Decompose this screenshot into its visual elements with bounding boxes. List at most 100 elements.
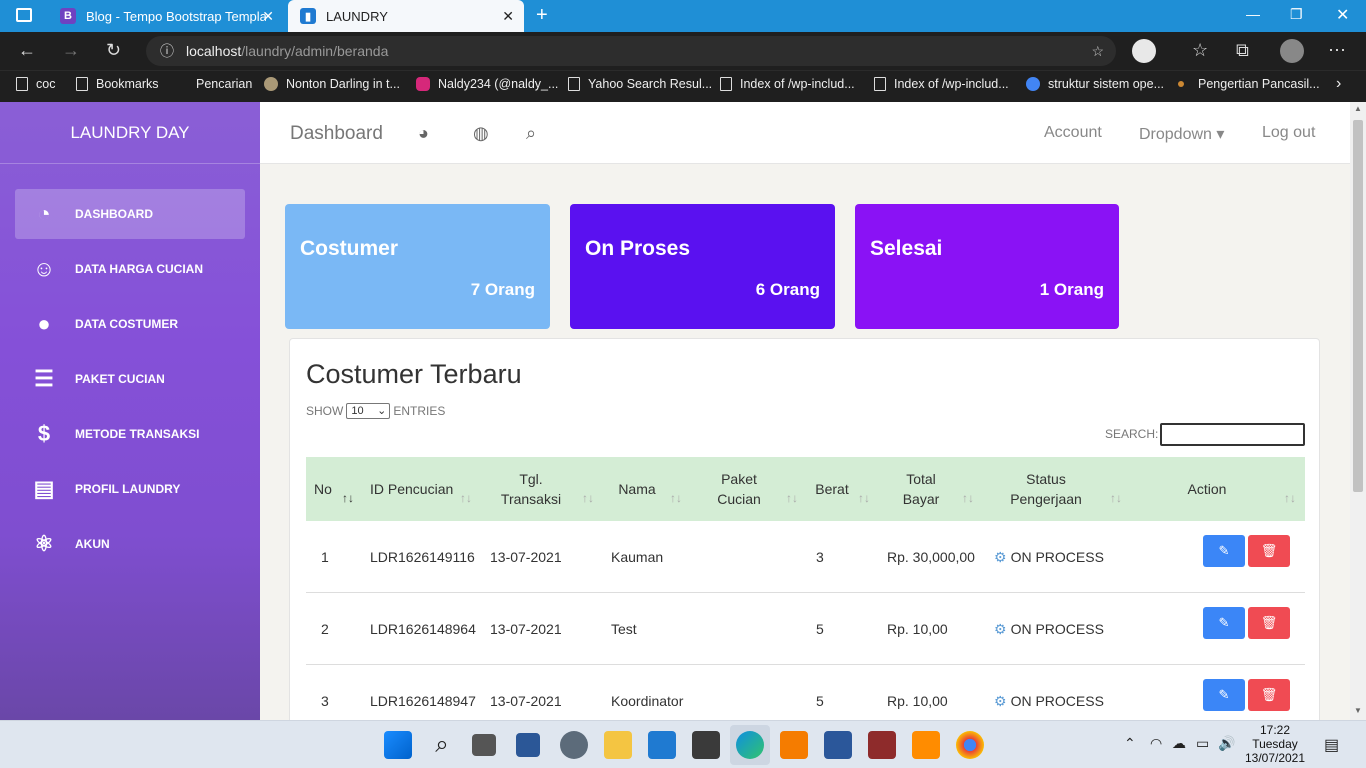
bookmark-item[interactable]: Yahoo Search Resul... (568, 77, 712, 91)
tab-blog[interactable]: B Blog - Tempo Bootstrap Templat ✕ (48, 0, 284, 32)
delete-button[interactable]: 🗑 (1248, 607, 1290, 639)
chrome-icon[interactable] (956, 731, 984, 759)
sidebar-item-akun[interactable]: ⚛ AKUN (15, 519, 245, 569)
close-icon[interactable]: ✕ (502, 8, 514, 25)
bookmark-item[interactable]: Index of /wp-includ... (720, 77, 855, 91)
entries-select[interactable]: 10 ⌄ (346, 403, 391, 419)
tab-actions-icon[interactable] (16, 8, 32, 22)
sidebar-item-paket-cucian[interactable]: ☰ PAKET CUCIAN (15, 354, 245, 404)
restore-icon[interactable]: ❐ (1290, 6, 1303, 23)
forward-icon[interactable]: → (62, 40, 80, 61)
card-value: 1 Orang (1039, 280, 1104, 299)
delete-button[interactable]: 🗑 (1248, 679, 1290, 711)
th-id-pencucian[interactable]: ID Pencucian (356, 457, 476, 521)
sidebar-item-metode-transaksi[interactable]: $ METODE TRANSAKSI (15, 409, 245, 459)
favorites-icon[interactable]: ☆ (1192, 40, 1208, 61)
edit-button[interactable]: ✎ (1203, 535, 1245, 567)
dropdown-menu[interactable]: Dropdown ▾ (1139, 124, 1224, 144)
profile-avatar[interactable] (1280, 39, 1304, 63)
more-icon[interactable]: ⋯ (1328, 40, 1346, 61)
bookmark-item[interactable]: Bookmarks (76, 77, 159, 91)
xampp-icon[interactable] (780, 731, 808, 759)
bookmark-item[interactable]: Naldy234 (@naldy_... (416, 77, 558, 91)
task-view-icon[interactable] (472, 734, 496, 756)
widgets-icon[interactable] (516, 733, 540, 757)
sort-icon[interactable]: ↑↓ (460, 491, 472, 505)
tab-laundry[interactable]: ▮ LAUNDRY ✕ (288, 0, 524, 32)
th-berat[interactable]: Berat (806, 457, 858, 521)
chevron-up-icon[interactable]: ⌃ (1124, 735, 1136, 752)
notification-icon[interactable]: ▤ (1324, 735, 1339, 755)
th-total-bayar[interactable]: Total Bayar (886, 457, 956, 521)
settings-icon[interactable] (560, 731, 588, 759)
account-link[interactable]: Account (1044, 124, 1102, 142)
bookmark-item[interactable]: Index of /wp-includ... (874, 77, 1009, 91)
sort-icon[interactable]: ↑↓ (1110, 491, 1122, 505)
sort-icon[interactable]: ↑↓ (582, 491, 594, 505)
th-tgl-transaksi[interactable]: Tgl. Transaksi (486, 457, 576, 521)
start-icon[interactable] (384, 731, 412, 759)
file-explorer-icon[interactable] (604, 731, 632, 759)
add-favorite-icon[interactable]: ☆ (1091, 36, 1104, 66)
edit-button[interactable]: ✎ (1203, 679, 1245, 711)
search-input[interactable] (1160, 423, 1305, 446)
sidebar-item-profil-laundry[interactable]: ▤ PROFIL LAUNDRY (15, 464, 245, 514)
new-tab-icon[interactable]: + (536, 4, 548, 27)
instagram-icon (416, 77, 430, 91)
info-icon[interactable]: ⓘ (160, 36, 174, 66)
sort-icon[interactable]: ↑↓ (670, 491, 682, 505)
page-icon (16, 77, 28, 91)
extension-icon[interactable] (1132, 39, 1156, 63)
sort-icon[interactable]: ↑↓ (786, 491, 798, 505)
sidebar-item-label: PROFIL LAUNDRY (75, 482, 181, 496)
battery-icon[interactable]: ▭ (1196, 735, 1209, 752)
close-icon[interactable]: ✕ (262, 8, 274, 25)
th-no[interactable]: No (306, 457, 356, 521)
bookmark-item[interactable]: coc (16, 77, 55, 91)
cloud-icon[interactable]: ☁ (1172, 735, 1186, 752)
globe-icon[interactable]: ◍ (473, 123, 489, 144)
network-icon[interactable]: ◠ (1150, 735, 1162, 752)
sort-icon[interactable]: ↑↓ (962, 491, 974, 505)
sublime-icon[interactable] (912, 731, 940, 759)
system-clock[interactable]: 17:22 Tuesday 13/07/2021 (1240, 723, 1310, 765)
search-icon[interactable]: ⌕ (428, 731, 456, 759)
collections-icon[interactable]: ⧉ (1236, 40, 1249, 61)
delete-button[interactable]: 🗑 (1248, 535, 1290, 567)
minimize-icon[interactable]: — (1246, 6, 1260, 22)
sidebar-item-data-costumer[interactable]: ● DATA COSTUMER (15, 299, 245, 349)
edge-icon[interactable] (736, 731, 764, 759)
url-field[interactable]: ⓘ localhost/laundry/admin/beranda ☆ (146, 36, 1116, 66)
logout-link[interactable]: Log out (1262, 124, 1315, 142)
th-status-pengerjaan[interactable]: Status Pengerjaan (986, 457, 1106, 521)
th-paket-cucian[interactable]: Paket Cucian (696, 457, 782, 521)
scroll-up-icon[interactable]: ▲ (1354, 104, 1362, 113)
bookmark-item[interactable]: Pencarian (196, 77, 252, 91)
scroll-down-icon[interactable]: ▼ (1354, 706, 1362, 715)
sort-icon[interactable]: ↑↓ (858, 491, 870, 505)
back-icon[interactable]: ← (18, 40, 36, 61)
sort-icon[interactable]: ↑↓ (1284, 491, 1296, 505)
url-host: localhost (186, 43, 242, 59)
mail-icon[interactable] (648, 731, 676, 759)
th-nama[interactable]: Nama (602, 457, 672, 521)
window-close-icon[interactable]: ✕ (1336, 5, 1349, 25)
word-icon[interactable] (824, 731, 852, 759)
chevron-right-icon[interactable]: › (1336, 75, 1341, 93)
winrar-icon[interactable] (868, 731, 896, 759)
store-icon[interactable] (692, 731, 720, 759)
search-icon[interactable]: ⌕ (526, 123, 536, 144)
edit-button[interactable]: ✎ (1203, 607, 1245, 639)
page-title[interactable]: Dashboard (290, 123, 383, 145)
page-scrollbar[interactable]: ▲ ▼ (1350, 102, 1366, 720)
volume-icon[interactable]: 🔊 (1218, 735, 1235, 752)
sidebar-item-dashboard[interactable]: ◔ DASHBOARD (15, 189, 245, 239)
sidebar-item-data-harga-cucian[interactable]: ☺ DATA HARGA CUCIAN (15, 244, 245, 294)
bookmark-item[interactable]: struktur sistem ope... (1026, 77, 1164, 91)
reload-icon[interactable]: ↻ (106, 40, 121, 61)
scroll-thumb[interactable] (1353, 120, 1363, 492)
bookmark-item[interactable]: Nonton Darling in t... (264, 77, 400, 91)
sort-asc-icon[interactable]: ↑↓ (342, 491, 354, 505)
dashboard-icon[interactable]: ◕ (418, 123, 429, 144)
bookmark-item[interactable]: Pengertian Pancasil... (1178, 77, 1320, 91)
